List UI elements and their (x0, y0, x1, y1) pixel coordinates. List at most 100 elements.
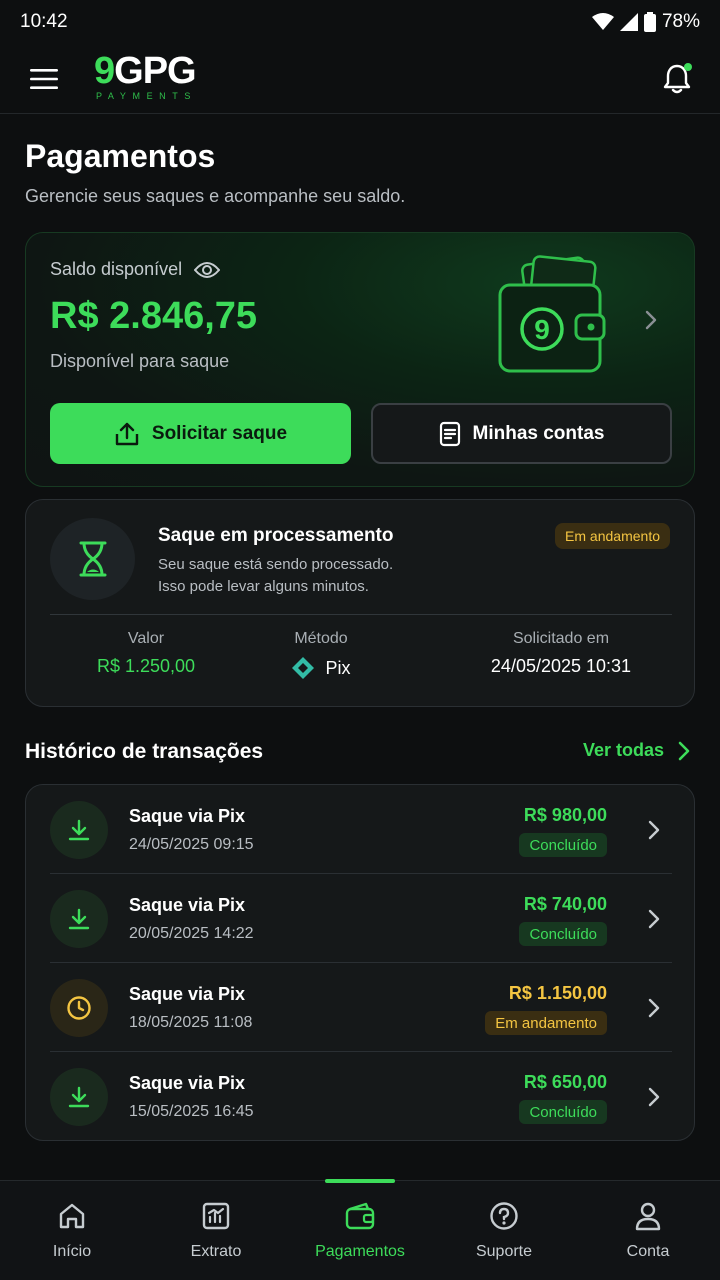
chevron-right-icon (678, 741, 690, 760)
nav-item-account[interactable]: Conta (576, 1181, 720, 1280)
processing-requested-at: Solicitado em 24/05/2025 10:31 (481, 630, 641, 677)
nav-item-statement[interactable]: Extrato (144, 1181, 288, 1280)
transaction-icon-circle (50, 979, 108, 1037)
pix-icon (292, 657, 315, 679)
notification-dot (684, 62, 692, 71)
logo-number: 9 (94, 50, 115, 92)
request-withdrawal-button[interactable]: Solicitar saque (50, 403, 351, 464)
nav-label-payments: Pagamentos (315, 1243, 405, 1260)
help-circle-icon (490, 1202, 518, 1230)
home-icon (59, 1203, 85, 1229)
download-icon (68, 819, 90, 841)
chevron-right-icon[interactable] (644, 309, 658, 331)
processing-method: Método Pix (276, 630, 366, 680)
transaction-row[interactable]: Saque via Pix 24/05/2025 09:15 R$ 980,00… (26, 785, 696, 874)
amount-label: Valor (127, 630, 165, 647)
transaction-date: 20/05/2025 14:22 (129, 925, 254, 942)
transaction-amount: R$ 980,00 (523, 805, 607, 825)
transaction-amount: R$ 650,00 (523, 1072, 607, 1092)
user-icon (635, 1202, 661, 1231)
transaction-icon-circle (50, 890, 108, 948)
transaction-status-badge: Concluído (519, 1100, 607, 1124)
wifi-icon (591, 13, 614, 30)
processing-icon-circle (50, 518, 135, 600)
request-withdrawal-label: Solicitar saque (151, 422, 288, 444)
chevron-right-icon (648, 998, 660, 1018)
transaction-icon-circle (50, 1068, 108, 1126)
balance-subtext: Disponível para saque (50, 351, 230, 371)
logo-text: GPG (114, 50, 196, 92)
nav-label-home: Início (52, 1243, 92, 1260)
requested-value: 24/05/2025 10:31 (490, 656, 632, 676)
transaction-status-badge: Concluído (519, 922, 607, 946)
menu-icon[interactable] (30, 68, 58, 90)
transaction-name: Saque via Pix (129, 1073, 246, 1093)
method-value: Pix (325, 657, 351, 678)
transaction-amount: R$ 740,00 (523, 894, 607, 914)
see-all-link[interactable]: Ver todas (583, 740, 690, 761)
page-title: Pagamentos (25, 138, 216, 174)
nav-item-support[interactable]: Suporte (432, 1181, 576, 1280)
transaction-date: 24/05/2025 09:15 (129, 836, 254, 853)
notifications-button[interactable] (662, 62, 694, 95)
processing-description: Seu saque está sendo processado. Isso po… (158, 554, 393, 598)
method-value-row: Pix (276, 656, 366, 680)
transaction-name: Saque via Pix (129, 806, 246, 826)
method-label: Método (294, 630, 348, 647)
wallet-badge: 9 (534, 314, 550, 345)
processing-desc-line2: Isso pode levar alguns minutos. (158, 578, 369, 595)
chevron-right-icon (648, 909, 660, 929)
nav-item-home[interactable]: Início (0, 1181, 144, 1280)
transaction-date: 18/05/2025 11:08 (129, 1014, 253, 1031)
my-accounts-label: Minhas contas (472, 422, 605, 444)
nav-item-payments[interactable]: Pagamentos (288, 1181, 432, 1280)
see-all-label: Ver todas (582, 740, 664, 760)
status-time: 10:42 (20, 11, 68, 32)
wallet-icon (345, 1202, 375, 1230)
upload-icon (115, 422, 139, 445)
document-icon (439, 421, 460, 446)
transaction-amount: R$ 1.150,00 (508, 983, 607, 1003)
processing-desc-line1: Seu saque está sendo processado. (158, 556, 394, 573)
download-icon (68, 908, 90, 930)
nav-label-statement: Extrato (190, 1243, 242, 1260)
statement-chart-icon (202, 1202, 230, 1230)
clock-icon (67, 996, 91, 1020)
nav-label-support: Suporte (475, 1243, 533, 1260)
balance-label: Saldo disponível (50, 259, 183, 279)
amount-value: R$ 1.250,00 (96, 656, 196, 676)
transaction-name: Saque via Pix (129, 895, 246, 915)
wallet-illustration: 9 (498, 255, 606, 373)
processing-title: Saque em processamento (158, 525, 394, 546)
divider (50, 614, 672, 615)
balance-label-row: Saldo disponível (50, 259, 221, 280)
transaction-icon-circle (50, 801, 108, 859)
bottom-nav: Início Extrato Pagamentos Suporte Conta (0, 1179, 720, 1280)
app-header: 9GPG PAYMENTS (0, 44, 720, 114)
status-badge: Em andamento (555, 523, 670, 549)
transaction-row[interactable]: Saque via Pix 15/05/2025 16:45 R$ 650,00… (26, 1052, 696, 1141)
transaction-row[interactable]: Saque via Pix 20/05/2025 14:22 R$ 740,00… (26, 874, 696, 963)
status-bar: 10:42 78% (0, 0, 720, 44)
page-subtitle: Gerencie seus saques e acompanhe seu sal… (25, 186, 406, 206)
my-accounts-button[interactable]: Minhas contas (371, 403, 672, 464)
processing-amount: Valor R$ 1.250,00 (86, 630, 206, 677)
brand: 9GPG PAYMENTS (30, 52, 197, 101)
battery-percent: 78% (661, 11, 700, 32)
history-title: Histórico de transações (25, 740, 264, 763)
transaction-status-badge: Concluído (519, 833, 607, 857)
transaction-list: Saque via Pix 24/05/2025 09:15 R$ 980,00… (25, 784, 695, 1141)
hourglass-icon (79, 541, 106, 577)
nav-label-account: Conta (626, 1243, 670, 1260)
balance-value: R$ 2.846,75 (50, 295, 258, 337)
processing-withdrawal-card[interactable]: Saque em processamento Seu saque está se… (25, 499, 695, 707)
transaction-date: 15/05/2025 16:45 (129, 1103, 254, 1120)
logo-subtitle: PAYMENTS (96, 91, 197, 101)
transaction-row[interactable]: Saque via Pix 18/05/2025 11:08 R$ 1.150,… (26, 963, 696, 1052)
status-icons: 78% (591, 11, 700, 33)
battery-icon (643, 12, 656, 32)
transaction-name: Saque via Pix (129, 984, 246, 1004)
requested-label: Solicitado em (512, 630, 610, 647)
balance-card[interactable]: Saldo disponível R$ 2.846,75 Disponível … (25, 232, 695, 487)
eye-icon[interactable] (194, 261, 221, 279)
